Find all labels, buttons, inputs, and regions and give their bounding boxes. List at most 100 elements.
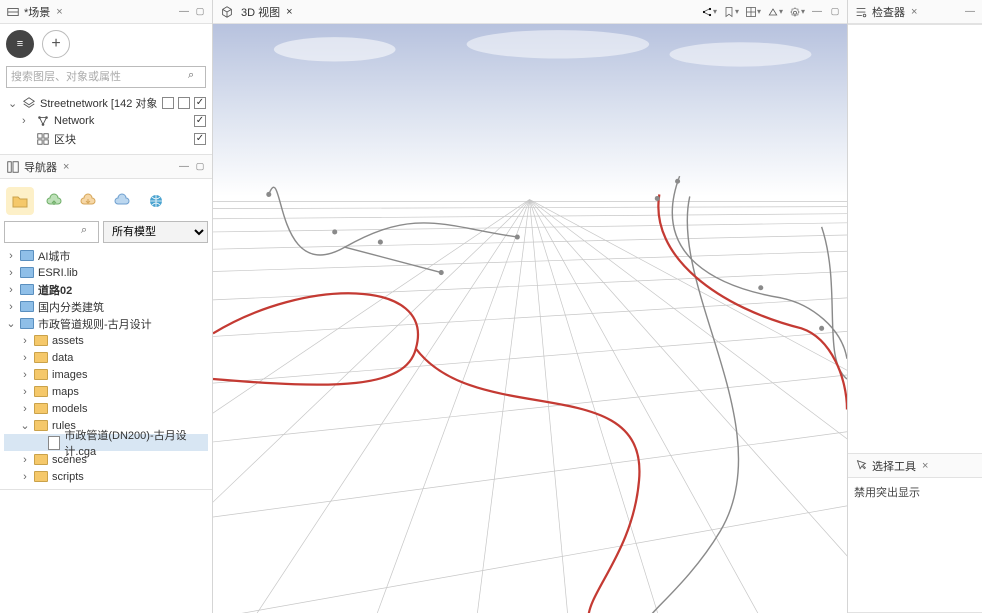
navigator-tree-row[interactable]: ⌄ 市政管道规则-古月设计 xyxy=(4,315,208,332)
navigator-tab-close[interactable]: × xyxy=(63,161,69,173)
scene-framing-button[interactable]: ≡ xyxy=(6,30,34,58)
network-icon xyxy=(36,114,50,128)
view3d-maximize[interactable] xyxy=(829,6,841,18)
view3d-tool-wireframe[interactable] xyxy=(745,4,761,20)
navigator-tree-row-label: data xyxy=(52,352,73,364)
navigator-panel-maximize[interactable] xyxy=(194,161,206,173)
navigator-tree-row-label: maps xyxy=(52,386,79,398)
scene-tab-close[interactable]: × xyxy=(56,6,62,18)
tree-twisty-icon[interactable]: › xyxy=(6,284,16,296)
view3d-title: 3D 视图 xyxy=(241,4,280,20)
navigator-panel-minimize[interactable] xyxy=(178,161,190,173)
folder-icon xyxy=(34,470,48,484)
navigator-icon-strip xyxy=(4,183,208,221)
navigator-tree-row[interactable]: › data xyxy=(4,349,208,366)
selection-tool-tab-close[interactable]: × xyxy=(922,460,928,472)
navigator-filter-select[interactable]: 所有模型 xyxy=(103,221,208,243)
view3d-viewport[interactable] xyxy=(213,24,847,613)
navigator-mode-filesystem[interactable] xyxy=(6,187,34,215)
folder-icon xyxy=(34,385,48,399)
scene-panel-maximize[interactable] xyxy=(194,6,206,18)
view3d-tab-close[interactable]: × xyxy=(286,6,292,18)
navigator-tree-row[interactable]: ›ESRI.lib xyxy=(4,264,208,281)
tree-twisty-icon[interactable]: › xyxy=(6,301,16,313)
menu-lines-icon: ≡ xyxy=(17,38,23,50)
navigator-tree-row[interactable]: ›道路02 xyxy=(4,281,208,298)
file-icon xyxy=(47,436,60,450)
navigator-mode-cloud[interactable] xyxy=(108,187,136,215)
scene-tree-blocks[interactable]: › 区块 xyxy=(6,130,206,148)
scene-tree-blocks-label: 区块 xyxy=(54,131,190,147)
navigator-tree-row-label: 国内分类建筑 xyxy=(38,299,104,315)
navigator-mode-cloud-download[interactable] xyxy=(74,187,102,215)
tree-twisty-icon[interactable]: › xyxy=(6,267,16,279)
tree-twisty-icon[interactable]: › xyxy=(22,115,32,127)
folder-icon xyxy=(20,283,34,297)
scene-tree-network-visibility-checkbox[interactable] xyxy=(194,115,206,127)
selection-tool-title: 选择工具 xyxy=(872,458,916,474)
scene-panel-title: *场景 xyxy=(24,4,50,20)
navigator-tree-row-label: scripts xyxy=(52,471,84,483)
selection-tool-body-text: 禁用突出显示 xyxy=(854,487,920,499)
navigator-panel-title: 导航器 xyxy=(24,159,57,175)
navigator-tree-row[interactable]: › maps xyxy=(4,383,208,400)
navigator-tree-row-label: models xyxy=(52,403,87,415)
navigator-file-tree: ›AI城市›ESRI.lib›道路02›国内分类建筑⌄市政管道规则-古月设计›a… xyxy=(4,247,208,485)
scene-add-button[interactable] xyxy=(42,30,70,58)
scene-panel-minimize[interactable] xyxy=(178,6,190,18)
navigator-tab-icon xyxy=(6,160,20,174)
scene-panel-body: ≡ ⌕ ⌄ Streetnetwork [142 对象 xyxy=(0,24,212,155)
tree-twisty-icon[interactable]: › xyxy=(6,250,16,262)
view3d-minimize[interactable] xyxy=(811,6,823,18)
tree-twisty-icon[interactable]: › xyxy=(20,335,30,347)
scene-search-input[interactable] xyxy=(6,66,206,88)
navigator-search-wrap: ⌕ xyxy=(4,221,99,243)
inspector-tab-icon xyxy=(854,5,868,19)
navigator-tree-row-label: images xyxy=(52,369,87,381)
scene-tree-extra-checkbox-a[interactable] xyxy=(162,97,174,109)
navigator-mode-globe[interactable] xyxy=(142,187,170,215)
scene-tree-blocks-visibility-checkbox[interactable] xyxy=(194,133,206,145)
tree-twisty-icon[interactable]: › xyxy=(20,454,30,466)
scene-tree-root[interactable]: ⌄ Streetnetwork [142 对象 xyxy=(6,94,206,112)
view3d-tool-render[interactable] xyxy=(767,4,783,20)
tree-twisty-icon[interactable]: › xyxy=(20,369,30,381)
tree-twisty-icon[interactable]: ⌄ xyxy=(6,317,16,330)
navigator-tree-row[interactable]: 市政管道(DN200)-古月设计.cga xyxy=(4,434,208,451)
view3d-tool-settings[interactable] xyxy=(789,4,805,20)
navigator-tree-row-label: 市政管道规则-古月设计 xyxy=(38,316,152,332)
navigator-tree-row[interactable]: › scripts xyxy=(4,468,208,485)
scene-tree-extra-checkbox-b[interactable] xyxy=(178,97,190,109)
folder-icon xyxy=(20,317,34,331)
search-icon[interactable]: ⌕ xyxy=(188,69,202,83)
tree-twisty-icon[interactable]: › xyxy=(20,386,30,398)
layer-icon xyxy=(22,96,36,110)
search-icon[interactable]: ⌕ xyxy=(81,224,95,238)
view3d-titlebar: 3D 视图 × xyxy=(213,0,847,24)
selection-tool-body: 禁用突出显示 xyxy=(848,478,982,506)
tree-twisty-icon[interactable]: › xyxy=(20,471,30,483)
tree-twisty-icon[interactable]: › xyxy=(20,403,30,415)
navigator-tree-row[interactable]: › images xyxy=(4,366,208,383)
scene-tree-root-visibility-checkbox[interactable] xyxy=(194,97,206,109)
tree-twisty-icon[interactable]: ⌄ xyxy=(8,97,18,110)
navigator-panel-titlebar: 导航器 × xyxy=(0,155,212,179)
view3d-tool-share[interactable] xyxy=(701,4,717,20)
inspector-minimize[interactable] xyxy=(964,6,976,18)
inspector-tab-close[interactable]: × xyxy=(911,6,917,18)
navigator-tree-row[interactable]: ›assets xyxy=(4,332,208,349)
scene-tab-icon xyxy=(6,5,20,19)
folder-icon xyxy=(34,334,48,348)
scene-tree-network[interactable]: › Network xyxy=(6,112,206,130)
view3d-tool-bookmarks[interactable] xyxy=(723,4,739,20)
navigator-tree-row[interactable]: ›AI城市 xyxy=(4,247,208,264)
tree-twisty-icon[interactable]: › xyxy=(20,352,30,364)
navigator-mode-cloud-upload[interactable] xyxy=(40,187,68,215)
scene-search-wrap: ⌕ xyxy=(6,66,206,88)
tree-twisty-icon[interactable]: ⌄ xyxy=(20,419,30,432)
navigator-tree-row[interactable]: › 国内分类建筑 xyxy=(4,298,208,315)
blocks-icon xyxy=(36,132,50,146)
folder-icon xyxy=(34,368,48,382)
folder-icon xyxy=(34,351,48,365)
navigator-tree-row[interactable]: › models xyxy=(4,400,208,417)
